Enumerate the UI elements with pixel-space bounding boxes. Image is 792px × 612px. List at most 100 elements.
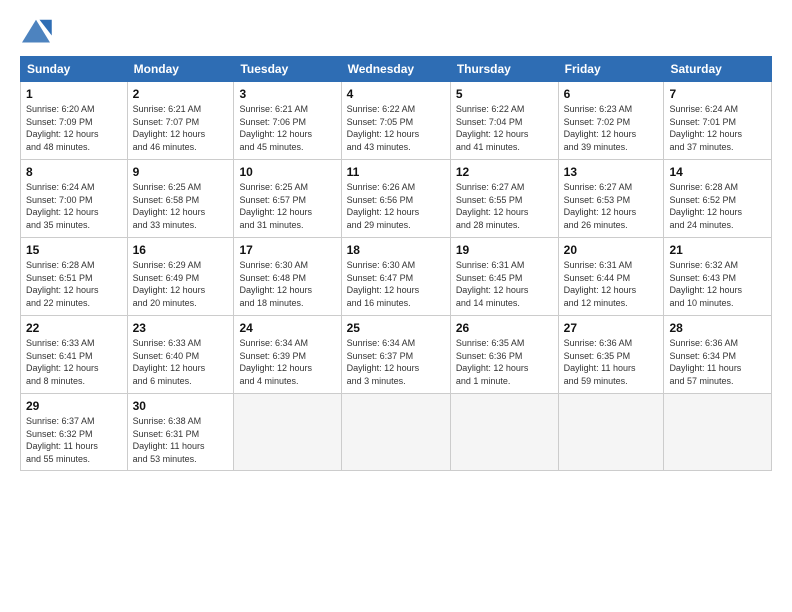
day-info: Sunrise: 6:32 AM Sunset: 6:43 PM Dayligh…	[669, 259, 766, 309]
day-number: 14	[669, 164, 766, 180]
weekday-header-monday: Monday	[127, 57, 234, 82]
week-row-3: 15Sunrise: 6:28 AM Sunset: 6:51 PM Dayli…	[21, 238, 772, 316]
day-cell	[341, 394, 450, 471]
day-info: Sunrise: 6:38 AM Sunset: 6:31 PM Dayligh…	[133, 415, 229, 465]
day-info: Sunrise: 6:20 AM Sunset: 7:09 PM Dayligh…	[26, 103, 122, 153]
day-number: 5	[456, 86, 553, 102]
day-info: Sunrise: 6:21 AM Sunset: 7:07 PM Dayligh…	[133, 103, 229, 153]
day-number: 12	[456, 164, 553, 180]
day-number: 28	[669, 320, 766, 336]
weekday-header-saturday: Saturday	[664, 57, 772, 82]
day-cell: 30Sunrise: 6:38 AM Sunset: 6:31 PM Dayli…	[127, 394, 234, 471]
day-cell: 15Sunrise: 6:28 AM Sunset: 6:51 PM Dayli…	[21, 238, 128, 316]
day-cell: 22Sunrise: 6:33 AM Sunset: 6:41 PM Dayli…	[21, 316, 128, 394]
weekday-header-sunday: Sunday	[21, 57, 128, 82]
day-cell: 5Sunrise: 6:22 AM Sunset: 7:04 PM Daylig…	[450, 82, 558, 160]
day-info: Sunrise: 6:31 AM Sunset: 6:44 PM Dayligh…	[564, 259, 659, 309]
day-cell	[664, 394, 772, 471]
day-number: 19	[456, 242, 553, 258]
week-row-1: 1Sunrise: 6:20 AM Sunset: 7:09 PM Daylig…	[21, 82, 772, 160]
day-info: Sunrise: 6:29 AM Sunset: 6:49 PM Dayligh…	[133, 259, 229, 309]
day-info: Sunrise: 6:24 AM Sunset: 7:01 PM Dayligh…	[669, 103, 766, 153]
day-info: Sunrise: 6:24 AM Sunset: 7:00 PM Dayligh…	[26, 181, 122, 231]
day-cell: 1Sunrise: 6:20 AM Sunset: 7:09 PM Daylig…	[21, 82, 128, 160]
day-info: Sunrise: 6:25 AM Sunset: 6:57 PM Dayligh…	[239, 181, 335, 231]
day-number: 25	[347, 320, 445, 336]
calendar: SundayMondayTuesdayWednesdayThursdayFrid…	[20, 56, 772, 471]
day-info: Sunrise: 6:33 AM Sunset: 6:40 PM Dayligh…	[133, 337, 229, 387]
day-cell: 11Sunrise: 6:26 AM Sunset: 6:56 PM Dayli…	[341, 160, 450, 238]
day-cell: 17Sunrise: 6:30 AM Sunset: 6:48 PM Dayli…	[234, 238, 341, 316]
weekday-header-tuesday: Tuesday	[234, 57, 341, 82]
day-number: 1	[26, 86, 122, 102]
day-number: 16	[133, 242, 229, 258]
day-info: Sunrise: 6:35 AM Sunset: 6:36 PM Dayligh…	[456, 337, 553, 387]
day-number: 24	[239, 320, 335, 336]
day-number: 11	[347, 164, 445, 180]
weekday-header-wednesday: Wednesday	[341, 57, 450, 82]
day-info: Sunrise: 6:22 AM Sunset: 7:04 PM Dayligh…	[456, 103, 553, 153]
day-number: 9	[133, 164, 229, 180]
day-cell: 24Sunrise: 6:34 AM Sunset: 6:39 PM Dayli…	[234, 316, 341, 394]
day-cell: 27Sunrise: 6:36 AM Sunset: 6:35 PM Dayli…	[558, 316, 664, 394]
day-number: 15	[26, 242, 122, 258]
day-info: Sunrise: 6:25 AM Sunset: 6:58 PM Dayligh…	[133, 181, 229, 231]
day-info: Sunrise: 6:28 AM Sunset: 6:52 PM Dayligh…	[669, 181, 766, 231]
day-info: Sunrise: 6:27 AM Sunset: 6:55 PM Dayligh…	[456, 181, 553, 231]
logo	[20, 18, 56, 46]
day-info: Sunrise: 6:30 AM Sunset: 6:47 PM Dayligh…	[347, 259, 445, 309]
day-info: Sunrise: 6:37 AM Sunset: 6:32 PM Dayligh…	[26, 415, 122, 465]
day-number: 4	[347, 86, 445, 102]
day-cell: 16Sunrise: 6:29 AM Sunset: 6:49 PM Dayli…	[127, 238, 234, 316]
weekday-header-friday: Friday	[558, 57, 664, 82]
day-cell: 28Sunrise: 6:36 AM Sunset: 6:34 PM Dayli…	[664, 316, 772, 394]
day-number: 30	[133, 398, 229, 414]
day-info: Sunrise: 6:23 AM Sunset: 7:02 PM Dayligh…	[564, 103, 659, 153]
day-number: 18	[347, 242, 445, 258]
day-info: Sunrise: 6:30 AM Sunset: 6:48 PM Dayligh…	[239, 259, 335, 309]
day-cell: 20Sunrise: 6:31 AM Sunset: 6:44 PM Dayli…	[558, 238, 664, 316]
day-cell: 29Sunrise: 6:37 AM Sunset: 6:32 PM Dayli…	[21, 394, 128, 471]
day-cell: 8Sunrise: 6:24 AM Sunset: 7:00 PM Daylig…	[21, 160, 128, 238]
day-number: 21	[669, 242, 766, 258]
day-number: 22	[26, 320, 122, 336]
day-number: 7	[669, 86, 766, 102]
day-number: 10	[239, 164, 335, 180]
day-info: Sunrise: 6:26 AM Sunset: 6:56 PM Dayligh…	[347, 181, 445, 231]
day-info: Sunrise: 6:34 AM Sunset: 6:39 PM Dayligh…	[239, 337, 335, 387]
header	[20, 18, 772, 46]
day-cell: 26Sunrise: 6:35 AM Sunset: 6:36 PM Dayli…	[450, 316, 558, 394]
day-info: Sunrise: 6:21 AM Sunset: 7:06 PM Dayligh…	[239, 103, 335, 153]
day-cell: 25Sunrise: 6:34 AM Sunset: 6:37 PM Dayli…	[341, 316, 450, 394]
day-number: 8	[26, 164, 122, 180]
day-cell: 23Sunrise: 6:33 AM Sunset: 6:40 PM Dayli…	[127, 316, 234, 394]
day-number: 27	[564, 320, 659, 336]
weekday-header-row: SundayMondayTuesdayWednesdayThursdayFrid…	[21, 57, 772, 82]
day-cell: 7Sunrise: 6:24 AM Sunset: 7:01 PM Daylig…	[664, 82, 772, 160]
day-cell: 6Sunrise: 6:23 AM Sunset: 7:02 PM Daylig…	[558, 82, 664, 160]
day-cell	[450, 394, 558, 471]
day-number: 2	[133, 86, 229, 102]
day-number: 29	[26, 398, 122, 414]
day-cell: 14Sunrise: 6:28 AM Sunset: 6:52 PM Dayli…	[664, 160, 772, 238]
week-row-5: 29Sunrise: 6:37 AM Sunset: 6:32 PM Dayli…	[21, 394, 772, 471]
day-cell	[234, 394, 341, 471]
day-cell: 13Sunrise: 6:27 AM Sunset: 6:53 PM Dayli…	[558, 160, 664, 238]
weekday-header-thursday: Thursday	[450, 57, 558, 82]
day-info: Sunrise: 6:34 AM Sunset: 6:37 PM Dayligh…	[347, 337, 445, 387]
day-number: 6	[564, 86, 659, 102]
day-info: Sunrise: 6:28 AM Sunset: 6:51 PM Dayligh…	[26, 259, 122, 309]
week-row-4: 22Sunrise: 6:33 AM Sunset: 6:41 PM Dayli…	[21, 316, 772, 394]
page: SundayMondayTuesdayWednesdayThursdayFrid…	[0, 0, 792, 612]
day-cell: 18Sunrise: 6:30 AM Sunset: 6:47 PM Dayli…	[341, 238, 450, 316]
day-cell: 3Sunrise: 6:21 AM Sunset: 7:06 PM Daylig…	[234, 82, 341, 160]
day-info: Sunrise: 6:36 AM Sunset: 6:35 PM Dayligh…	[564, 337, 659, 387]
day-info: Sunrise: 6:31 AM Sunset: 6:45 PM Dayligh…	[456, 259, 553, 309]
logo-icon	[20, 18, 52, 46]
day-cell	[558, 394, 664, 471]
week-row-2: 8Sunrise: 6:24 AM Sunset: 7:00 PM Daylig…	[21, 160, 772, 238]
day-cell: 9Sunrise: 6:25 AM Sunset: 6:58 PM Daylig…	[127, 160, 234, 238]
day-cell: 2Sunrise: 6:21 AM Sunset: 7:07 PM Daylig…	[127, 82, 234, 160]
day-info: Sunrise: 6:33 AM Sunset: 6:41 PM Dayligh…	[26, 337, 122, 387]
day-cell: 21Sunrise: 6:32 AM Sunset: 6:43 PM Dayli…	[664, 238, 772, 316]
